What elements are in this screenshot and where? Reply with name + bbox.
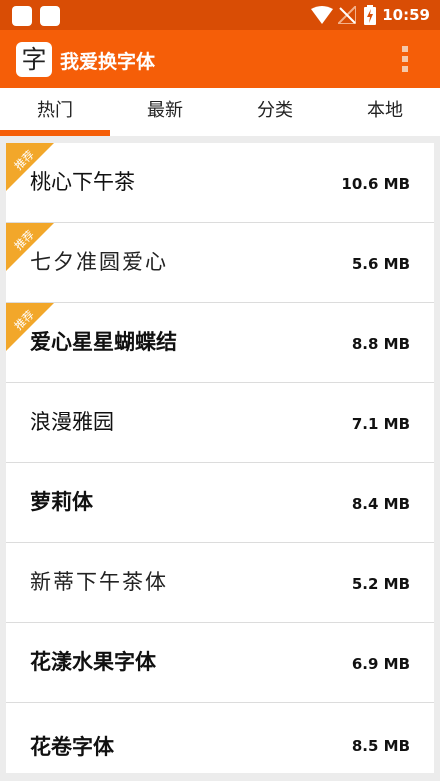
font-list: 推荐 桃心下午茶 10.6 MB 推荐 七夕准圆爱心 5.6 MB 推荐 爱心星… — [6, 143, 434, 773]
font-size: 5.2 MB — [351, 575, 410, 593]
font-size: 8.5 MB — [351, 737, 410, 755]
tab-local[interactable]: 本地 — [330, 88, 440, 136]
font-size: 8.4 MB — [351, 495, 410, 513]
font-name: 萝莉体 — [30, 490, 93, 514]
font-size: 10.6 MB — [341, 175, 410, 193]
tab-hot[interactable]: 热门 — [0, 88, 110, 136]
font-name: 花漾水果字体 — [30, 650, 156, 674]
font-size: 5.6 MB — [351, 255, 410, 273]
tab-bar: 热门 最新 分类 本地 — [0, 88, 440, 136]
font-size: 6.9 MB — [351, 655, 410, 673]
list-item[interactable]: 推荐 七夕准圆爱心 5.6 MB — [6, 223, 434, 303]
list-item[interactable]: 花卷字体 8.5 MB — [6, 703, 434, 773]
font-name: 桃心下午茶 — [30, 170, 135, 194]
notification-square-icon — [12, 6, 32, 26]
no-signal-icon — [338, 6, 356, 24]
overflow-menu-icon[interactable] — [398, 44, 412, 74]
list-item[interactable]: 浪漫雅园 7.1 MB — [6, 383, 434, 463]
font-name: 花卷字体 — [30, 735, 114, 759]
status-bar: 10:59 — [0, 0, 440, 30]
tab-category[interactable]: 分类 — [220, 88, 330, 136]
list-item[interactable]: 推荐 桃心下午茶 10.6 MB — [6, 143, 434, 223]
list-item[interactable]: 推荐 爱心星星蝴蝶结 8.8 MB — [6, 303, 434, 383]
font-name: 浪漫雅园 — [30, 410, 114, 434]
list-item[interactable]: 萝莉体 8.4 MB — [6, 463, 434, 543]
list-item[interactable]: 花漾水果字体 6.9 MB — [6, 623, 434, 703]
list-item[interactable]: 新蒂下午茶体 5.2 MB — [6, 543, 434, 623]
font-name: 七夕准圆爱心 — [30, 250, 168, 274]
app-bar: 字 我爱换字体 — [0, 30, 440, 88]
status-time: 10:59 — [382, 6, 430, 24]
app-logo: 字 — [16, 42, 52, 77]
tab-latest[interactable]: 最新 — [110, 88, 220, 136]
font-size: 8.8 MB — [351, 335, 410, 353]
font-name: 新蒂下午茶体 — [30, 570, 168, 594]
app-title: 我爱换字体 — [60, 51, 156, 73]
tab-indicator — [0, 130, 110, 136]
font-name: 爱心星星蝴蝶结 — [30, 330, 177, 354]
notification-square-icon — [40, 6, 60, 26]
font-size: 7.1 MB — [351, 415, 410, 433]
battery-charging-icon — [364, 5, 376, 25]
wifi-icon — [311, 6, 333, 24]
